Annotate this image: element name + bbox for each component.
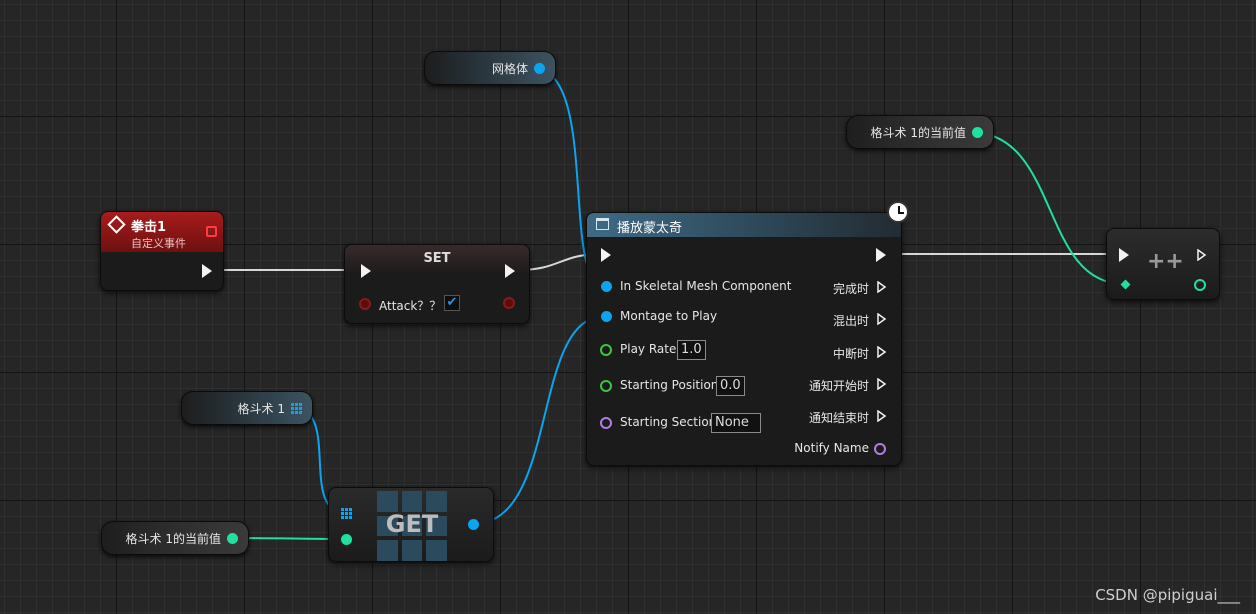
on-interrupted-label: 中断时 [832, 347, 869, 361]
mesh-variable-label: 网格体 [491, 61, 528, 76]
event-subtitle: 自定义事件 [131, 237, 186, 250]
increment-node[interactable]: ++ [1106, 228, 1220, 300]
set-variable-node[interactable]: SET Attack？？ ✔ [344, 244, 530, 324]
on-notify-end-label: 通知结束时 [808, 411, 869, 425]
counter-variable-node-top[interactable]: 格斗术 1的当前值 [846, 115, 994, 149]
set-var-label: Attack？？ [379, 299, 442, 313]
set-exec-out-pin[interactable] [505, 264, 515, 278]
array-get-node[interactable]: GET [328, 487, 494, 562]
montage-in-pin[interactable] [601, 311, 612, 322]
montage-exec-in-pin[interactable] [601, 248, 611, 262]
event-exec-out-pin[interactable] [202, 264, 212, 278]
on-notify-begin-label: 通知开始时 [808, 379, 869, 393]
start-section-label: Starting Section [620, 415, 717, 429]
latent-clock-icon [887, 201, 909, 223]
attack-checkbox[interactable]: ✔ [444, 295, 460, 311]
montage-header: 播放蒙太奇 [587, 213, 901, 237]
on-notify-begin-pin[interactable] [877, 378, 887, 390]
event-title: 拳击1 [131, 220, 167, 235]
counter-variable-top-label: 格斗术 1的当前值 [870, 125, 966, 140]
play-montage-node[interactable]: 播放蒙太奇 In Skeletal Mesh Component Montage… [586, 201, 909, 466]
array-variable-label: 格斗术 1 [237, 401, 285, 416]
counter-variable-bottom-out-pin[interactable] [227, 532, 238, 544]
set-header: SET [345, 245, 529, 273]
mesh-variable-out-pin[interactable] [534, 62, 545, 74]
get-array-in-pin[interactable] [341, 508, 352, 519]
on-completed-label: 完成时 [832, 282, 869, 296]
montage-label: Montage to Play [620, 309, 718, 323]
on-blend-out-pin[interactable] [877, 313, 887, 325]
get-index-in-pin[interactable] [341, 534, 352, 545]
start-position-label: Starting Position [620, 378, 719, 392]
event-header: 拳击1 自定义事件 [101, 212, 223, 252]
notify-name-label: Notify Name [794, 441, 869, 455]
increment-exec-out-pin[interactable] [1197, 249, 1207, 261]
increment-out-pin[interactable] [1194, 279, 1206, 291]
watermark: CSDN @pipiguai___ [1095, 586, 1240, 604]
mesh-component-in-pin[interactable] [601, 281, 612, 292]
start-section-in-pin[interactable] [600, 417, 612, 429]
get-out-pin[interactable] [468, 519, 479, 530]
set-bool-out-pin[interactable] [503, 297, 515, 309]
montage-exec-out-pin[interactable] [876, 248, 886, 262]
increment-exec-in-pin[interactable] [1119, 248, 1129, 262]
play-rate-input[interactable]: 1.0 [677, 340, 706, 360]
montage-title: 播放蒙太奇 [617, 221, 683, 236]
on-completed-pin[interactable] [877, 281, 887, 293]
counter-variable-node-bottom[interactable]: 格斗术 1的当前值 [101, 521, 249, 555]
diamond-event-icon [107, 215, 126, 234]
counter-variable-top-out-pin[interactable] [972, 126, 983, 138]
array-grid-icon[interactable] [291, 402, 302, 414]
play-rate-label: Play Rate [620, 342, 677, 356]
set-title: SET [423, 251, 451, 266]
notify-name-out-pin[interactable] [874, 443, 886, 455]
mesh-component-label: In Skeletal Mesh Component [620, 279, 792, 293]
on-blend-out-label: 混出时 [832, 314, 869, 328]
start-section-input[interactable]: None [711, 413, 761, 433]
on-notify-end-pin[interactable] [877, 410, 887, 422]
custom-event-node[interactable]: 拳击1 自定义事件 [100, 211, 224, 291]
increment-in-pin[interactable] [1120, 279, 1131, 290]
set-exec-in-pin[interactable] [361, 264, 371, 278]
start-position-input[interactable]: 0.0 [716, 376, 745, 396]
on-interrupted-pin[interactable] [877, 346, 887, 358]
function-icon [596, 218, 609, 230]
start-position-in-pin[interactable] [600, 380, 612, 392]
delegate-pin[interactable] [206, 226, 217, 237]
increment-title: ++ [1147, 249, 1184, 274]
array-variable-node[interactable]: 格斗术 1 [181, 391, 313, 425]
counter-variable-bottom-label: 格斗术 1的当前值 [125, 531, 221, 546]
set-bool-in-pin[interactable] [359, 298, 371, 310]
play-rate-in-pin[interactable] [600, 344, 612, 356]
mesh-variable-node[interactable]: 网格体 [424, 51, 556, 85]
int-wire-counter-to-increment [969, 131, 1125, 285]
